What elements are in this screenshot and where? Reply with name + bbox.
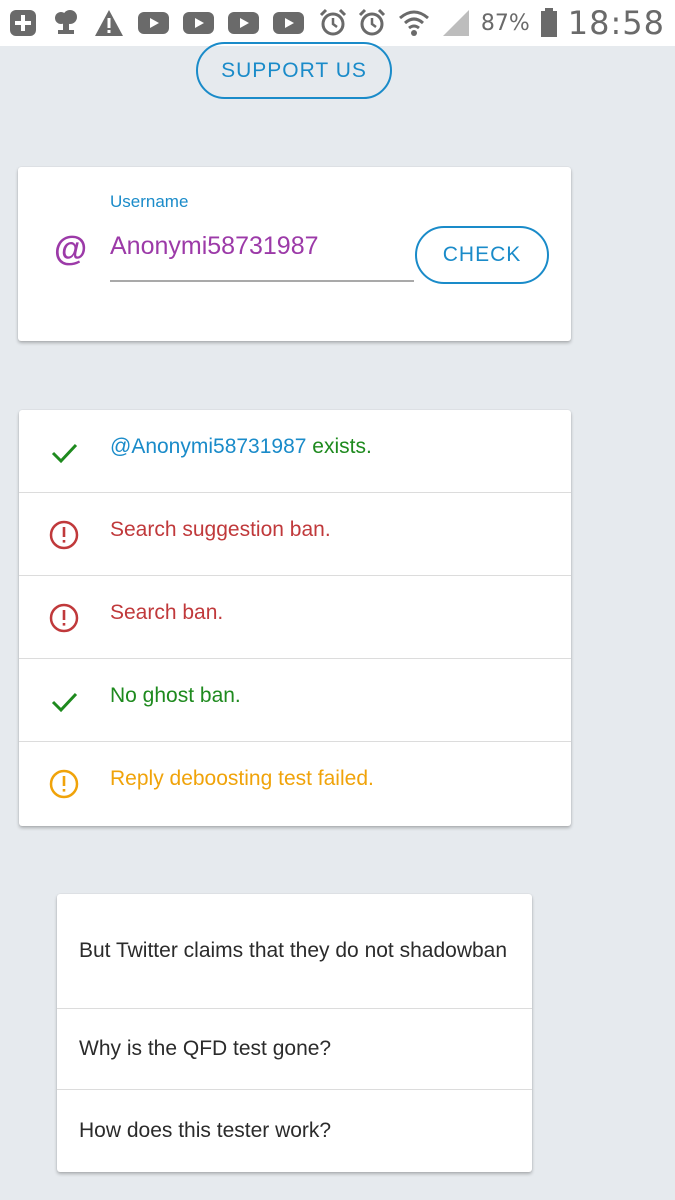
result-row-reply-deboosting: Reply deboosting test failed. [19,742,571,825]
cloud-icon [52,8,80,38]
result-handle: @Anonymi58731987 [110,435,307,458]
alarm-icon [357,8,387,38]
alert-circle-icon [49,520,79,550]
support-us-button[interactable]: SUPPORT US [196,42,392,99]
wifi-icon [397,8,431,38]
youtube-icon [138,11,169,35]
youtube-icon [273,11,304,35]
result-text: Reply deboosting test failed. [110,767,374,790]
faq-item-label: How does this tester work? [79,1119,332,1142]
username-label: Username [110,192,189,211]
faq-item-label: Why is the QFD test gone? [79,1037,332,1060]
result-row-exists: @Anonymi58731987 exists. [19,410,571,493]
result-text: @Anonymi58731987 exists. [110,435,372,459]
result-text: Search ban. [110,601,224,624]
result-text: Search suggestion ban. [110,518,331,541]
alert-circle-icon [49,769,79,799]
clock: 18:58 [567,4,665,42]
faq-item-label: But Twitter claims that they do not shad… [79,939,508,962]
result-row-search-ban: Search ban. [19,576,571,659]
battery-icon [540,8,558,38]
result-text: No ghost ban. [110,684,241,707]
warning-icon [94,9,124,37]
youtube-icon [183,11,214,35]
result-row-ghost-ban: No ghost ban. [19,659,571,742]
check-button[interactable]: CHECK [415,226,549,284]
system-status: 87% 18:58 [357,4,665,42]
battery-percent: 87% [480,10,530,36]
faq-item[interactable]: Why is the QFD test gone? [57,1009,532,1090]
faq-item[interactable]: But Twitter claims that they do not shad… [57,894,532,1009]
at-sign-icon: @ [54,230,88,268]
checkmark-icon [49,686,79,716]
status-bar: 87% 18:58 [0,0,675,46]
checkmark-icon [49,437,79,467]
plus-square-icon [8,8,38,38]
username-input[interactable]: Anonymi58731987 [110,226,414,282]
alarm-icon [318,8,348,38]
result-row-search-suggestion-ban: Search suggestion ban. [19,493,571,576]
signal-icon [441,8,471,38]
result-status: exists. [306,435,372,458]
notification-icons [8,6,348,40]
youtube-icon [228,11,259,35]
alert-circle-icon [49,603,79,633]
faq-item[interactable]: How does this tester work? [57,1090,532,1172]
